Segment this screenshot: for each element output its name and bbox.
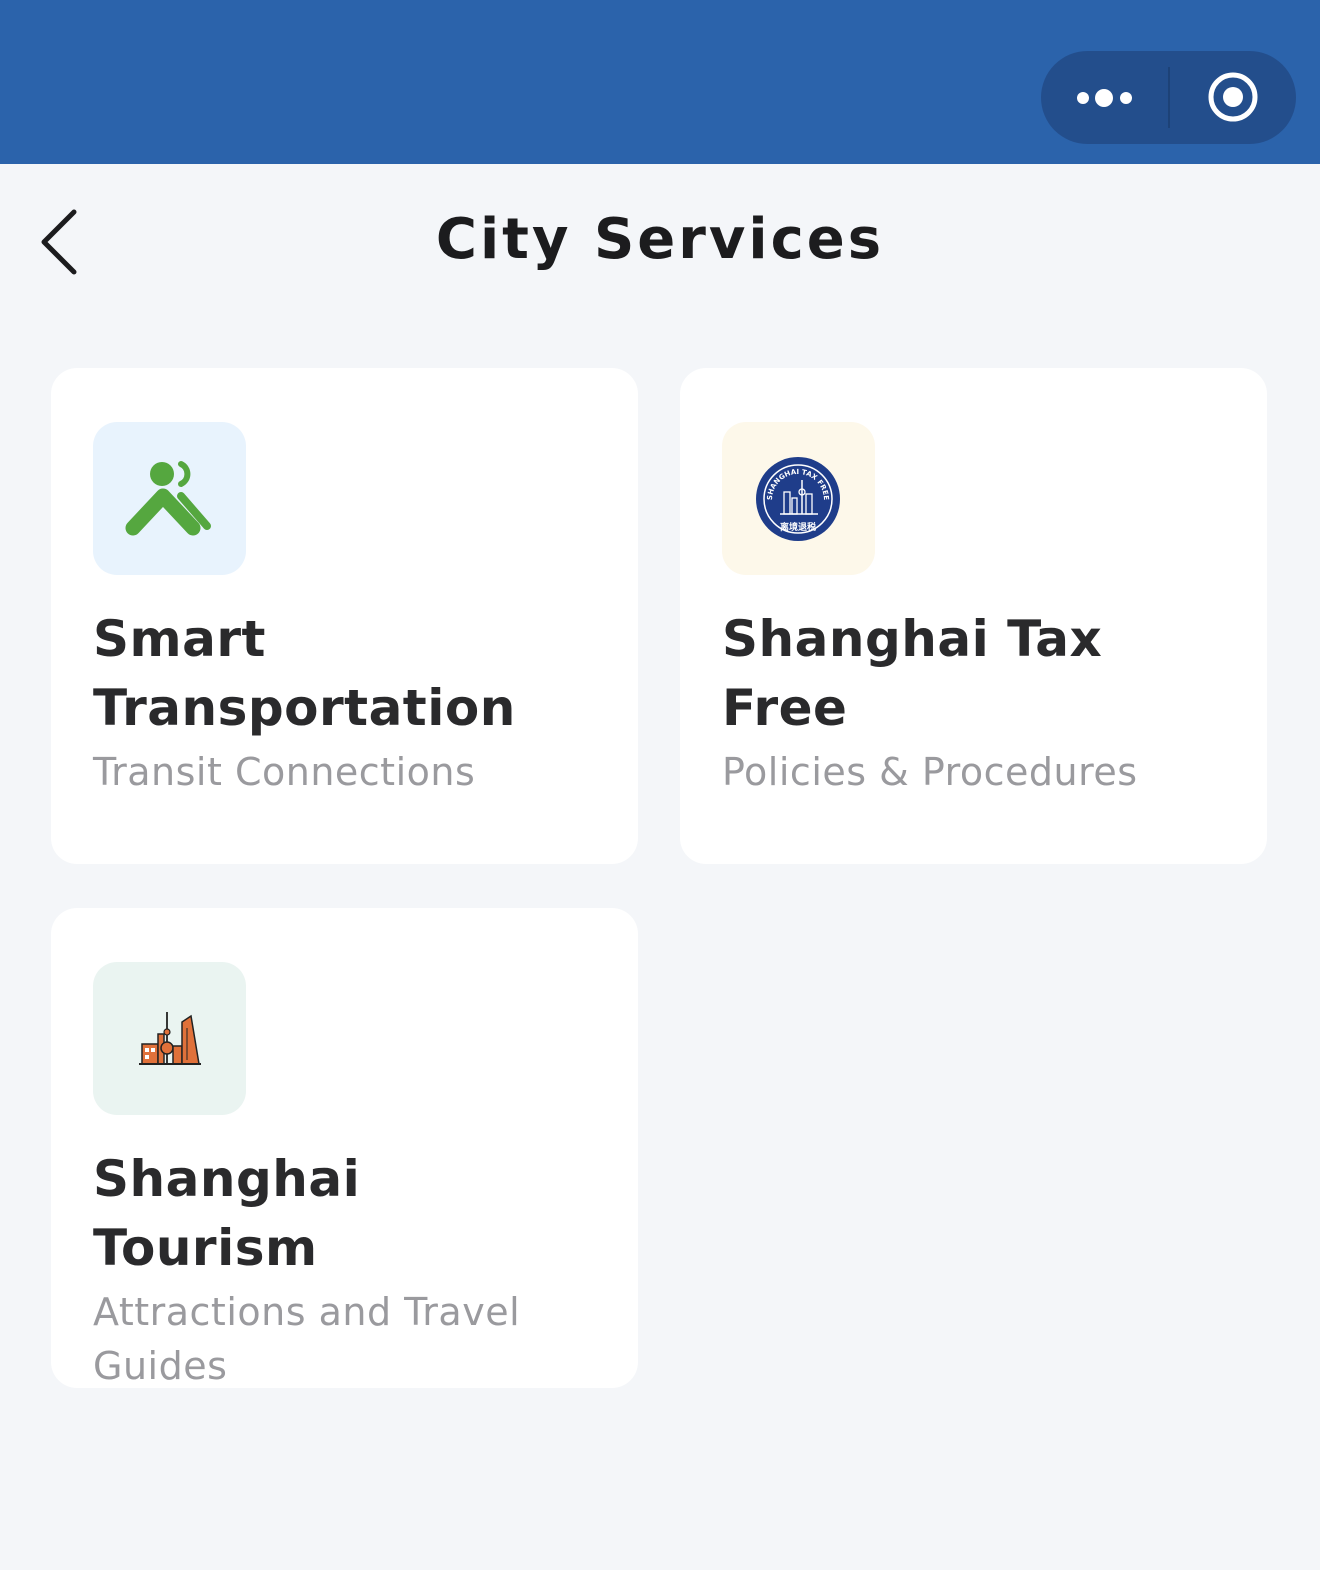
close-button[interactable] bbox=[1170, 51, 1296, 144]
card-subtitle: Policies & Procedures bbox=[722, 750, 1138, 794]
icon-tile bbox=[93, 422, 246, 575]
transit-people-icon bbox=[125, 461, 211, 536]
card-title: Shanghai Tax Free bbox=[722, 610, 1103, 737]
card-shanghai-tourism[interactable]: Shanghai Tourism Attractions and Travel … bbox=[51, 908, 638, 1388]
card-title: Shanghai Tourism bbox=[93, 1150, 361, 1277]
card-shanghai-tax-free[interactable]: SHANGHAI TAX FREE 离境退税 Shanghai Tax Free… bbox=[680, 368, 1267, 864]
status-top-bar bbox=[0, 0, 1320, 164]
more-button[interactable] bbox=[1041, 51, 1168, 144]
card-subtitle: Attractions and Travel Guides bbox=[93, 1290, 521, 1388]
seal-bottom-text: 离境退税 bbox=[780, 521, 816, 533]
navigation-bar: City Services bbox=[0, 164, 1320, 314]
icon-tile bbox=[93, 962, 246, 1115]
card-subtitle: Transit Connections bbox=[93, 750, 476, 794]
skyline-icon bbox=[139, 1012, 201, 1065]
card-smart-transportation[interactable]: Smart Transportation Transit Connections bbox=[51, 368, 638, 864]
card-title: Smart Transportation bbox=[93, 610, 516, 737]
target-circle-icon bbox=[1208, 72, 1258, 122]
mini-program-capsule bbox=[1041, 51, 1296, 144]
icon-tile: SHANGHAI TAX FREE 离境退税 bbox=[722, 422, 875, 575]
tax-free-seal-icon: SHANGHAI TAX FREE 离境退税 bbox=[756, 457, 840, 541]
more-dots-icon bbox=[1077, 89, 1132, 107]
page-title: City Services bbox=[435, 207, 885, 272]
